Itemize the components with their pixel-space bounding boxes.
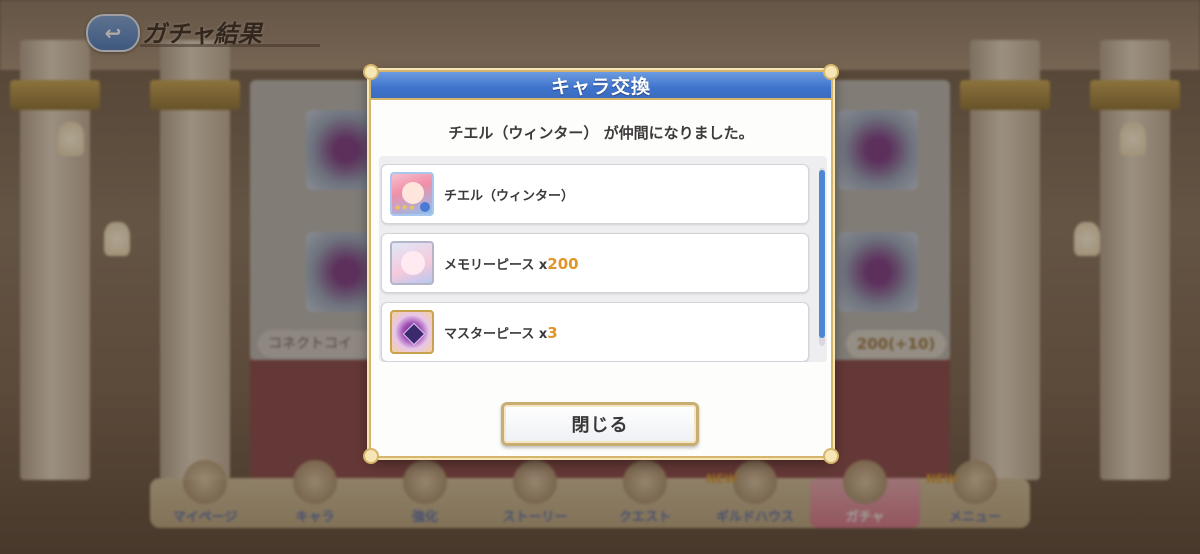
list-item: メモリーピース x200 [381,233,809,293]
scrollbar-thumb[interactable] [819,170,825,338]
dialog-title: キャラ交換 [550,75,651,98]
character-exchange-dialog: キャラ交換 チエル（ウィンター） が仲間になりました。 ★★★ チエル（ウィンタ… [363,64,839,464]
list-item: ★★★ チエル（ウィンター） [381,164,809,224]
dialog-message: チエル（ウィンター） が仲間になりました。 [448,124,754,142]
list-item: マスターピース x3 [381,302,809,362]
item-name: マスターピース x [444,326,548,342]
scrollbar[interactable] [819,168,825,346]
item-label: マスターピース x3 [444,323,558,342]
item-quantity: 200 [547,254,579,273]
item-label: メモリーピース x200 [444,254,579,273]
corner-ornament [823,64,839,80]
reward-list[interactable]: ★★★ チエル（ウィンター） メモリーピース x200 マスターピース x3 [379,156,827,362]
memory-piece-icon [390,241,434,285]
corner-ornament [363,448,379,464]
item-quantity: 3 [547,323,558,342]
corner-ornament [823,448,839,464]
close-button[interactable]: 閉じる [501,402,699,446]
dialog-title-bar: キャラ交換 [369,70,833,100]
item-label: チエル（ウィンター） [444,188,575,204]
item-name: メモリーピース x [444,257,548,273]
master-piece-icon [390,310,434,354]
corner-ornament [363,64,379,80]
character-portrait-icon: ★★★ [390,172,434,216]
close-button-label: 閉じる [571,415,629,436]
